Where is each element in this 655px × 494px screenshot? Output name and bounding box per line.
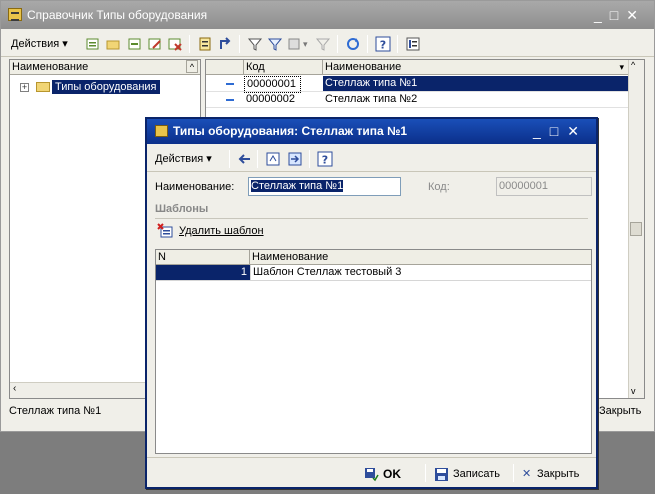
- column-template-name[interactable]: Наименование: [250, 250, 591, 265]
- dialog-footer: OK Записать ✕ Закрыть: [147, 457, 596, 487]
- column-code[interactable]: Код: [246, 60, 265, 74]
- row-name: Стеллаж типа №2: [325, 93, 418, 105]
- help-icon[interactable]: ?: [317, 151, 333, 167]
- templates-table[interactable]: N Наименование 1 Шаблон Стеллаж тестовый…: [155, 249, 592, 454]
- ok-button[interactable]: OK: [363, 466, 401, 482]
- row-name: Стеллаж типа №1: [323, 76, 628, 91]
- item-dialog: Типы оборудования: Стеллаж типа №1 _□✕ Д…: [145, 117, 598, 489]
- expand-icon[interactable]: +: [20, 83, 29, 92]
- svg-text:?: ?: [380, 39, 386, 52]
- actions-menu-label: Действия: [11, 38, 60, 50]
- main-toolbar: Действия ▾ ▾ ?: [1, 31, 654, 57]
- list-header: Код Наименование ▾: [206, 60, 628, 75]
- code-label: Код:: [428, 181, 450, 193]
- save-button[interactable]: Записать: [434, 466, 500, 482]
- tree-node-label: Типы оборудования: [52, 80, 160, 94]
- goto-list-icon[interactable]: [237, 151, 253, 167]
- edit-icon[interactable]: [147, 36, 163, 52]
- clear-filter-icon[interactable]: [315, 36, 331, 52]
- group-divider: [155, 218, 588, 219]
- tree-header-label: Наименование: [12, 61, 89, 73]
- level-up-icon[interactable]: [217, 36, 233, 52]
- status-text: Стеллаж типа №1: [9, 405, 102, 417]
- close-icon[interactable]: ✕: [626, 7, 646, 23]
- column-n[interactable]: N: [156, 250, 250, 265]
- copy-icon[interactable]: [127, 36, 143, 52]
- row-code: 00000002: [246, 93, 295, 105]
- svg-text:?: ?: [322, 154, 328, 167]
- delete-template-label: Удалить шаблон: [179, 225, 264, 237]
- dialog-titlebar[interactable]: Типы оборудования: Стеллаж типа №1 _□✕: [147, 119, 596, 144]
- row-code: 00000001: [244, 76, 301, 93]
- row-n[interactable]: 1: [156, 265, 250, 281]
- row-template-name[interactable]: Шаблон Стеллаж тестовый 3: [250, 265, 591, 281]
- close-icon[interactable]: ✕: [567, 123, 588, 139]
- actions-menu-label: Действия: [155, 153, 204, 165]
- main-window-title: Справочник Типы оборудования: [27, 8, 208, 22]
- code-input: 00000001: [496, 177, 592, 196]
- name-value: Стеллаж типа №1: [251, 180, 344, 192]
- add-group-icon[interactable]: [105, 36, 121, 52]
- actions-menu[interactable]: Действия ▾: [11, 37, 68, 50]
- add-icon[interactable]: [85, 36, 101, 52]
- dialog-toolbar: Действия ▾ ?: [147, 146, 596, 172]
- close-button[interactable]: ✕ Закрыть: [522, 466, 579, 482]
- maximize-icon[interactable]: □: [550, 123, 567, 139]
- chevron-up-icon[interactable]: ^: [186, 60, 198, 73]
- catalog-icon: [155, 125, 168, 137]
- mark-delete-icon[interactable]: [167, 36, 183, 52]
- delete-template-icon: [157, 223, 173, 238]
- chevron-left-icon[interactable]: ‹: [13, 383, 16, 394]
- filter-history-icon[interactable]: [287, 36, 303, 52]
- item-icon: [226, 83, 234, 85]
- chevron-up-icon[interactable]: ^: [631, 60, 635, 70]
- minimize-icon[interactable]: _: [594, 7, 610, 23]
- maximize-icon[interactable]: □: [610, 7, 626, 23]
- main-titlebar[interactable]: Справочник Типы оборудования _□✕: [1, 1, 654, 29]
- minimize-icon[interactable]: _: [533, 123, 550, 139]
- save-close-icon: [365, 468, 379, 482]
- dialog-title: Типы оборудования: Стеллаж типа №1: [173, 124, 408, 138]
- floppy-icon: [435, 468, 448, 481]
- vertical-scrollbar[interactable]: ^ v: [628, 60, 644, 398]
- chevron-down-icon[interactable]: v: [631, 386, 636, 396]
- catalog-icon: [8, 8, 22, 21]
- folder-icon: [36, 82, 50, 92]
- ok-label: OK: [383, 467, 401, 481]
- tree-header[interactable]: Наименование ^: [10, 60, 200, 75]
- reread-icon[interactable]: [265, 151, 281, 167]
- refresh-icon[interactable]: [345, 36, 361, 52]
- filter-by-value-icon[interactable]: [267, 36, 283, 52]
- list-row[interactable]: 00000001 Стеллаж типа №1: [206, 76, 628, 93]
- list-row[interactable]: 00000002 Стеллаж типа №2: [206, 92, 628, 108]
- item-icon: [226, 99, 234, 101]
- templates-group-title: Шаблоны: [155, 203, 209, 215]
- dialog-actions-menu[interactable]: Действия ▾: [155, 152, 212, 165]
- chevron-down-icon[interactable]: ▾: [303, 39, 308, 50]
- chevron-down-icon[interactable]: ▾: [619, 60, 624, 74]
- name-label: Наименование:: [155, 181, 235, 193]
- close-label: Закрыть: [537, 468, 580, 480]
- help-icon[interactable]: ?: [375, 36, 391, 52]
- tree-view-icon[interactable]: [405, 36, 421, 52]
- hierarchy-icon[interactable]: [197, 36, 213, 52]
- filter-icon[interactable]: [247, 36, 263, 52]
- delete-template-button[interactable]: Удалить шаблон: [157, 223, 264, 239]
- save-label: Записать: [453, 468, 501, 480]
- main-close-button[interactable]: Закрыть: [599, 405, 641, 417]
- name-input[interactable]: Стеллаж типа №1: [248, 177, 401, 196]
- code-value: 00000001: [499, 180, 548, 192]
- close-x-icon: ✕: [522, 468, 532, 480]
- column-name[interactable]: Наименование: [325, 60, 401, 74]
- scroll-thumb[interactable]: [630, 222, 642, 236]
- copy-record-icon[interactable]: [287, 151, 303, 167]
